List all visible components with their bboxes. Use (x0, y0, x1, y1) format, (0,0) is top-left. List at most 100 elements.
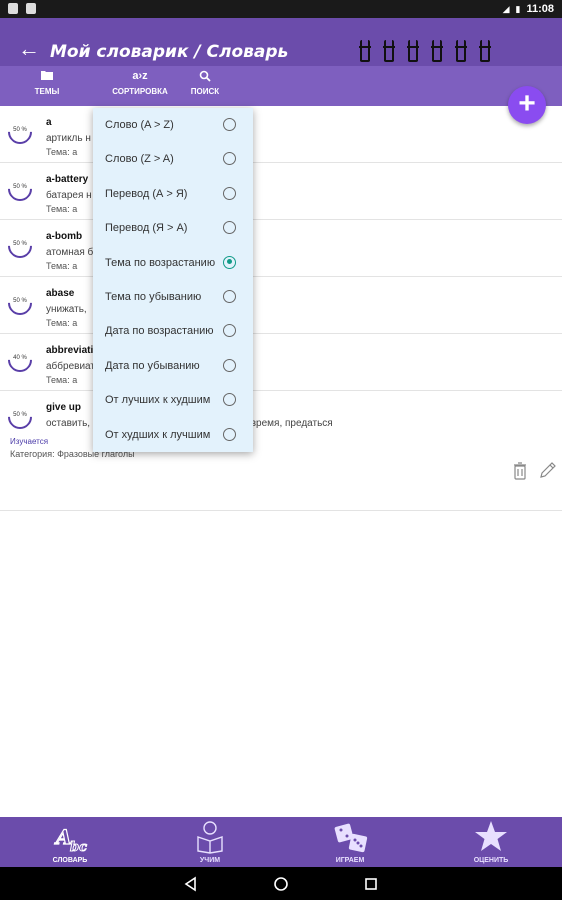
sort-option-label: Слово (Z > A) (105, 153, 174, 166)
home-icon[interactable] (272, 875, 290, 893)
reader-icon (170, 819, 250, 857)
progress-label: 50 % (13, 412, 27, 418)
svg-text:A: A (54, 825, 72, 849)
search-icon (188, 70, 222, 82)
nav-play-label: ИГРАЕМ (335, 857, 365, 864)
theme-text: Тема: а (46, 318, 78, 328)
radio-button[interactable] (223, 289, 236, 303)
word-text: give up (46, 402, 82, 413)
folder-icon (30, 70, 64, 82)
theme-text: Тема: а (46, 147, 78, 157)
translation-text: батарея н (46, 190, 92, 201)
sort-option[interactable]: Слово (Z > A) (93, 142, 253, 176)
word-text: a-bomb (46, 231, 83, 242)
nav-learn[interactable]: УЧИМ (170, 819, 250, 864)
radio-button[interactable] (223, 324, 236, 338)
sort-option-label: От лучших к худшим (105, 394, 211, 407)
theme-text: Тема: а (46, 204, 78, 214)
sort-option-label: Дата по возрастанию (105, 325, 214, 338)
radio-button[interactable] (223, 358, 236, 372)
themes-label: ТЕМЫ (34, 87, 60, 96)
sort-option-label: Слово (A > Z) (105, 119, 174, 131)
recents-icon[interactable] (362, 875, 380, 893)
sort-option[interactable]: Тема по возрастанию (93, 246, 253, 280)
radio-button[interactable] (223, 255, 236, 269)
back-icon[interactable] (182, 875, 200, 893)
search-label: ПОИСК (190, 87, 220, 96)
nav-rate[interactable]: ОЦЕНИТЬ (451, 819, 531, 864)
sort-az-icon: a›z (132, 70, 148, 82)
list-item[interactable]: 50 % a-bomb атомная б Тема: а (0, 220, 562, 277)
svg-text:bc: bc (70, 840, 87, 855)
sort-option[interactable]: От лучших к худшим (93, 383, 253, 417)
sort-option-label: Перевод (А > Я) (105, 187, 188, 200)
list-item[interactable]: 50 % abase унижать, Тема: а (0, 277, 562, 334)
sort-option[interactable]: Слово (A > Z) (93, 108, 253, 142)
progress-label: 50 % (13, 184, 27, 190)
learning-status: Изучается (10, 437, 49, 446)
sort-option-label: Тема по убыванию (105, 290, 202, 303)
translation-text: артикль н (46, 133, 91, 144)
add-word-button[interactable]: + (508, 86, 546, 124)
sort-menu: Слово (A > Z) Слово (Z > A) Перевод (А > Я… (93, 108, 253, 452)
theme-text: Тема: а (46, 375, 78, 385)
sort-button[interactable]: a›z СОРТИРОВКА (112, 70, 168, 96)
notebook-rings-decoration (359, 40, 491, 62)
sort-option-label: От худших к лучшим (105, 428, 211, 441)
sort-option[interactable]: Тема по убыванию (93, 280, 253, 314)
trash-icon[interactable] (513, 462, 527, 480)
nav-rate-label: ОЦЕНИТЬ (473, 857, 509, 864)
list-item-expanded[interactable]: 50 % give up оставить, аться, сдать, уст… (0, 391, 562, 511)
radio-button[interactable] (223, 186, 236, 200)
progress-label: 50 % (13, 241, 27, 247)
nav-dictionary-label: СЛОВАРЬ (52, 857, 88, 864)
sort-label: СОРТИРОВКА (112, 87, 168, 96)
list-item[interactable]: 40 % abbreviati аббревиат Тема: а (0, 334, 562, 391)
radio-button[interactable] (223, 152, 236, 166)
sort-option[interactable]: Перевод (А > Я) (93, 177, 253, 211)
progress-label: 50 % (13, 127, 27, 133)
radio-button[interactable] (223, 393, 236, 407)
dice-icon (310, 819, 390, 857)
search-button[interactable]: ПОИСК (188, 70, 222, 96)
word-text: abbreviati (46, 345, 94, 356)
translation-text: аббревиат (46, 361, 95, 372)
translation-text: унижать, (46, 304, 87, 315)
progress-label: 50 % (13, 298, 27, 304)
word-text: a-battery (46, 174, 89, 185)
signal-icon: ◢ (502, 3, 510, 14)
list-item[interactable]: 50 % a артикль н Тема: а (0, 106, 562, 163)
theme-text: Тема: а (46, 261, 78, 271)
bottom-nav: A bc СЛОВАРЬ УЧИМ ИГРАЕМ ОЦЕНИТЬ (0, 817, 562, 867)
sort-option-label: Тема по возрастанию (105, 256, 216, 269)
android-icon (26, 3, 36, 14)
nav-play[interactable]: ИГРАЕМ (310, 819, 390, 864)
back-arrow-icon[interactable]: ← (18, 38, 40, 60)
status-time: 11:08 (526, 3, 554, 15)
notification-icon (8, 3, 18, 14)
themes-button[interactable]: ТЕМЫ (30, 70, 64, 96)
battery-icon: ▮ (515, 3, 521, 14)
radio-button[interactable] (223, 221, 236, 235)
sort-option[interactable]: От худших к лучшим (93, 418, 253, 452)
list-item[interactable]: 50 % a-battery батарея н Тема: а (0, 163, 562, 220)
radio-button[interactable] (223, 118, 236, 131)
sort-option-label: Дата по убыванию (105, 359, 200, 372)
sort-option[interactable]: Дата по возрастанию (93, 314, 253, 348)
page-title: Мой словарик / Словарь (50, 42, 289, 62)
nav-learn-label: УЧИМ (199, 857, 221, 864)
progress-label: 40 % (13, 355, 27, 361)
sort-option[interactable]: Дата по убыванию (93, 349, 253, 383)
system-nav-bar (0, 867, 562, 900)
status-bar: ◢ ▮ 11:08 (0, 0, 562, 18)
word-text: a (46, 117, 52, 128)
word-list: 50 % a артикль н Тема: а 50 % a-battery … (0, 106, 562, 511)
radio-button[interactable] (223, 427, 236, 441)
sort-option[interactable]: Перевод (Я > А) (93, 211, 253, 245)
pencil-icon[interactable] (538, 460, 558, 480)
star-icon (451, 819, 531, 857)
nav-dictionary[interactable]: A bc СЛОВАРЬ (30, 819, 110, 864)
abc-icon: A bc (30, 819, 110, 857)
toolbar: ТЕМЫ a›z СОРТИРОВКА ПОИСК (0, 66, 562, 106)
word-text: abase (46, 288, 75, 299)
